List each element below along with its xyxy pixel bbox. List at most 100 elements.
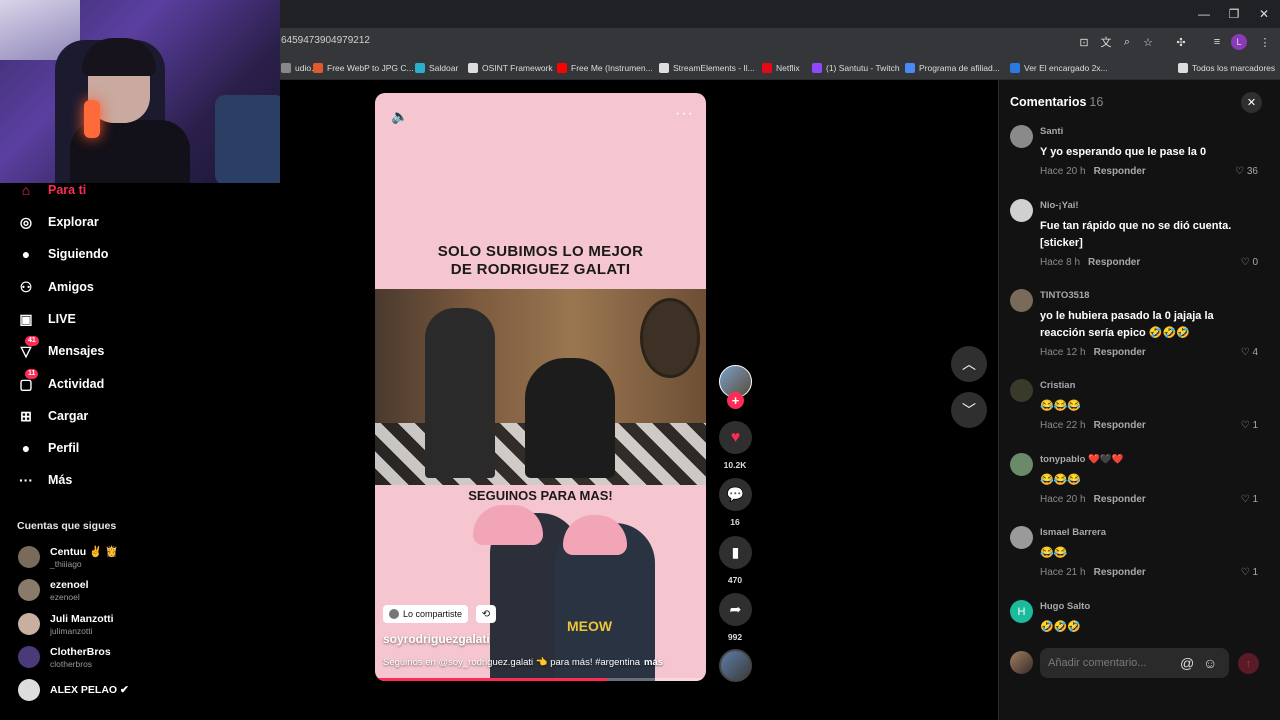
following-account[interactable]: Juli Manzotti julimanzotti [18, 608, 114, 640]
translate-icon[interactable]: 文 [1097, 33, 1115, 51]
share-icon[interactable]: ➦ [719, 593, 752, 626]
bookmark-item[interactable]: Todos los marcadores [1178, 61, 1275, 75]
bookmark-item[interactable]: (1) Santutu - Twitch [812, 61, 900, 75]
music-disc-avatar[interactable] [719, 649, 752, 682]
bookmark-item[interactable]: Free Me (Instrumen... [557, 61, 653, 75]
comment-username[interactable]: TINTO3518 [1040, 290, 1089, 301]
avatar[interactable] [1010, 453, 1033, 476]
restore-button[interactable]: ❐ [1218, 0, 1250, 28]
sidebar-item-para-ti[interactable]: ⌂ Para ti [17, 178, 86, 202]
sidebar-item-amigos[interactable]: ⚇ Amigos [17, 275, 94, 299]
account-text: Juli Manzotti julimanzotti [50, 613, 114, 636]
sidebar-item-live[interactable]: ▣ LIVE [17, 307, 75, 331]
sidebar-item-siguiendo[interactable]: ● Siguiendo [17, 242, 109, 266]
sidebar-item-explorar[interactable]: ◎ Explorar [17, 210, 99, 234]
avatar[interactable] [1010, 289, 1033, 312]
comment-meta: Hace 8 h Responder [1040, 257, 1140, 268]
bookmark-item[interactable]: Free WebP to JPG C... [313, 61, 414, 75]
sidebar-item-m-s[interactable]: ··· Más [17, 468, 72, 492]
video-overlay-title-line2: DE RODRIGUEZ GALATI [450, 261, 631, 278]
avatar[interactable] [1010, 199, 1033, 222]
next-video-chevron-down-icon[interactable]: ﹀ [951, 392, 987, 428]
compass-icon: ◎ [17, 213, 35, 231]
account-name: Centuu ✌️ 👸 [50, 546, 119, 558]
sidebar-item-mensajes[interactable]: ▽ 41 Mensajes [17, 336, 104, 363]
notification-badge: 41 [25, 336, 39, 346]
reply-button[interactable]: Responder [1094, 166, 1146, 177]
home-icon: ⌂ [17, 181, 35, 199]
my-avatar [1010, 651, 1033, 674]
comment-like[interactable]: ♡ 36 [1228, 166, 1258, 177]
profile-icon[interactable]: L [1231, 34, 1247, 50]
comment-text: 😂😂😂 [1040, 400, 1082, 412]
comment-icon[interactable]: 💬 [719, 478, 752, 511]
bookmark-item[interactable]: StreamElements - Il... [659, 61, 755, 75]
sidebar-item-cargar[interactable]: ⊞ Cargar [17, 404, 88, 428]
account-text: ClotherBros clotherbros [50, 646, 111, 669]
video-progress-bar[interactable] [375, 678, 706, 681]
install-icon[interactable]: ⊡ [1075, 33, 1093, 51]
comment-username[interactable]: tonypablo ❤️🖤❤️ [1040, 454, 1124, 465]
sidebar-item-actividad[interactable]: ▢ 11 Actividad [17, 369, 104, 396]
previous-video-chevron-up-icon[interactable]: ︿ [951, 346, 987, 382]
media-icon[interactable]: ≡ [1208, 33, 1226, 51]
following-account[interactable]: ALEX PELAO ✔ [18, 674, 129, 706]
avatar[interactable] [1010, 526, 1033, 549]
bookmark-item[interactable]: Saldoar [415, 61, 458, 75]
comment-username[interactable]: Cristian [1040, 380, 1075, 391]
comment-username[interactable]: Hugo Salto [1040, 601, 1090, 612]
sidebar-item-perfil[interactable]: ● Perfil [17, 436, 80, 460]
comment-username[interactable]: Ismael Barrera [1040, 527, 1106, 538]
comment-like[interactable]: ♡ 4 [1228, 347, 1258, 358]
repost-icon[interactable]: ⟲ [476, 605, 496, 623]
bookmark-star-icon[interactable]: ☆ [1139, 33, 1157, 51]
mention-at-icon[interactable]: @ [1180, 655, 1194, 671]
follow-plus-icon[interactable]: + [727, 392, 744, 409]
extensions-icon[interactable]: ✣ [1172, 33, 1190, 51]
account-name: Juli Manzotti [50, 612, 114, 625]
reply-button[interactable]: Responder [1094, 494, 1146, 505]
close-comments-icon[interactable]: ✕ [1241, 92, 1262, 113]
comment-meta: Hace 20 h Responder [1040, 166, 1146, 177]
like-heart-icon[interactable]: ♥ [719, 421, 752, 454]
avatar[interactable] [1010, 125, 1033, 148]
url-text[interactable]: 6459473904979212 [281, 35, 370, 46]
bookmark-item[interactable]: Programa de afiliad... [905, 61, 1000, 75]
bookmark-item[interactable]: Ver El encargado 2x... [1010, 61, 1108, 75]
emoji-icon[interactable]: ☺ [1203, 655, 1217, 671]
avatar[interactable] [1010, 379, 1033, 402]
bookmark-favicon-icon [468, 63, 478, 73]
send-arrow-icon[interactable]: ↑ [1238, 653, 1259, 674]
reply-button[interactable]: Responder [1094, 567, 1146, 578]
comment-like[interactable]: ♡ 1 [1228, 420, 1258, 431]
minimize-button[interactable]: — [1188, 0, 1220, 28]
following-account[interactable]: ezenoel ezenoel [18, 574, 89, 606]
comment-like[interactable]: ♡ 1 [1228, 494, 1258, 505]
video-mirror [640, 298, 700, 378]
following-account[interactable]: ClotherBros clotherbros [18, 641, 111, 673]
avatar[interactable]: H [1010, 600, 1033, 623]
close-window-button[interactable]: ✕ [1248, 0, 1280, 28]
menu-kebab-icon[interactable]: ⋮ [1256, 33, 1274, 51]
comment-like[interactable]: ♡ 0 [1228, 257, 1258, 268]
reply-button[interactable]: Responder [1088, 257, 1140, 268]
following-account[interactable]: Centuu ✌️ 👸 _thiiiago [18, 541, 118, 573]
comment-like[interactable]: ♡ 1 [1228, 567, 1258, 578]
shared-badge[interactable]: Lo compartiste [383, 605, 469, 623]
zoom-icon[interactable]: ⌕ [1118, 33, 1136, 51]
reply-button[interactable]: Responder [1094, 347, 1146, 358]
bookmark-item[interactable]: OSINT Framework [468, 61, 553, 75]
sidebar-item-label: Más [48, 473, 73, 487]
caption-more-link[interactable]: más [644, 657, 663, 668]
bookmark-item[interactable]: Netflix [762, 61, 800, 75]
video-author[interactable]: soyrodriguezgalati [383, 632, 490, 646]
volume-icon[interactable]: 🔈 [391, 108, 408, 125]
heart-outline-icon: ♡ [1235, 166, 1247, 177]
reply-button[interactable]: Responder [1094, 420, 1146, 431]
video-player[interactable]: SOLO SUBIMOS LO MEJOR DE RODRIGUEZ GALAT… [375, 93, 706, 681]
comment-username[interactable]: Nio-¡Yai! [1040, 200, 1079, 211]
comment-username[interactable]: Santi [1040, 126, 1063, 137]
comment-input[interactable] [1040, 648, 1229, 678]
video-more-icon[interactable]: ··· [675, 105, 694, 123]
bookmark-icon[interactable]: ▮ [719, 536, 752, 569]
